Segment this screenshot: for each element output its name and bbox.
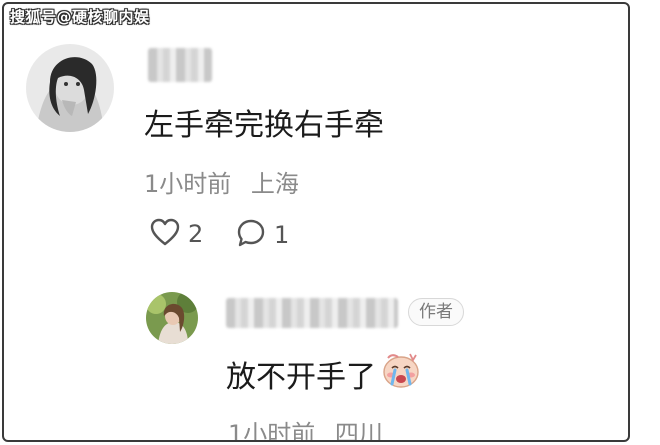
- reply-meta: 1小时前 四川: [228, 414, 383, 442]
- comment-location: 上海: [250, 170, 299, 198]
- watermark: 搜狐号@硬核聊内娱: [10, 8, 150, 26]
- commenter-name-blurred[interactable]: [148, 48, 212, 82]
- heart-outline-icon: [150, 218, 180, 250]
- commenter-avatar[interactable]: [26, 44, 114, 132]
- speech-bubble-outline-icon: [236, 218, 266, 252]
- reply-text-content: 放不开手了: [226, 360, 376, 395]
- reply-time: 1小时前: [228, 420, 316, 442]
- reply-location: 四川: [334, 420, 383, 442]
- comment-meta: 1小时前 上海: [144, 164, 299, 199]
- author-avatar-image: [146, 292, 198, 344]
- reply-button[interactable]: 1: [236, 218, 289, 252]
- like-button[interactable]: 2: [150, 218, 203, 250]
- comment-card: 左手牵完换右手牵 1小时前 上海 2 1 作者 放不开手了 1小时前 四川: [2, 2, 630, 442]
- comment-text: 左手牵完换右手牵: [144, 108, 384, 143]
- reply-count: 1: [274, 221, 290, 249]
- author-badge: 作者: [408, 298, 464, 326]
- reply-text: 放不开手了: [226, 350, 422, 398]
- teary-face-emoji-icon: [380, 350, 422, 398]
- comment-time: 1小时前: [144, 170, 232, 198]
- author-name-blurred[interactable]: [226, 298, 398, 328]
- commenter-avatar-image: [26, 44, 114, 132]
- like-count: 2: [188, 220, 204, 248]
- author-avatar[interactable]: [146, 292, 198, 344]
